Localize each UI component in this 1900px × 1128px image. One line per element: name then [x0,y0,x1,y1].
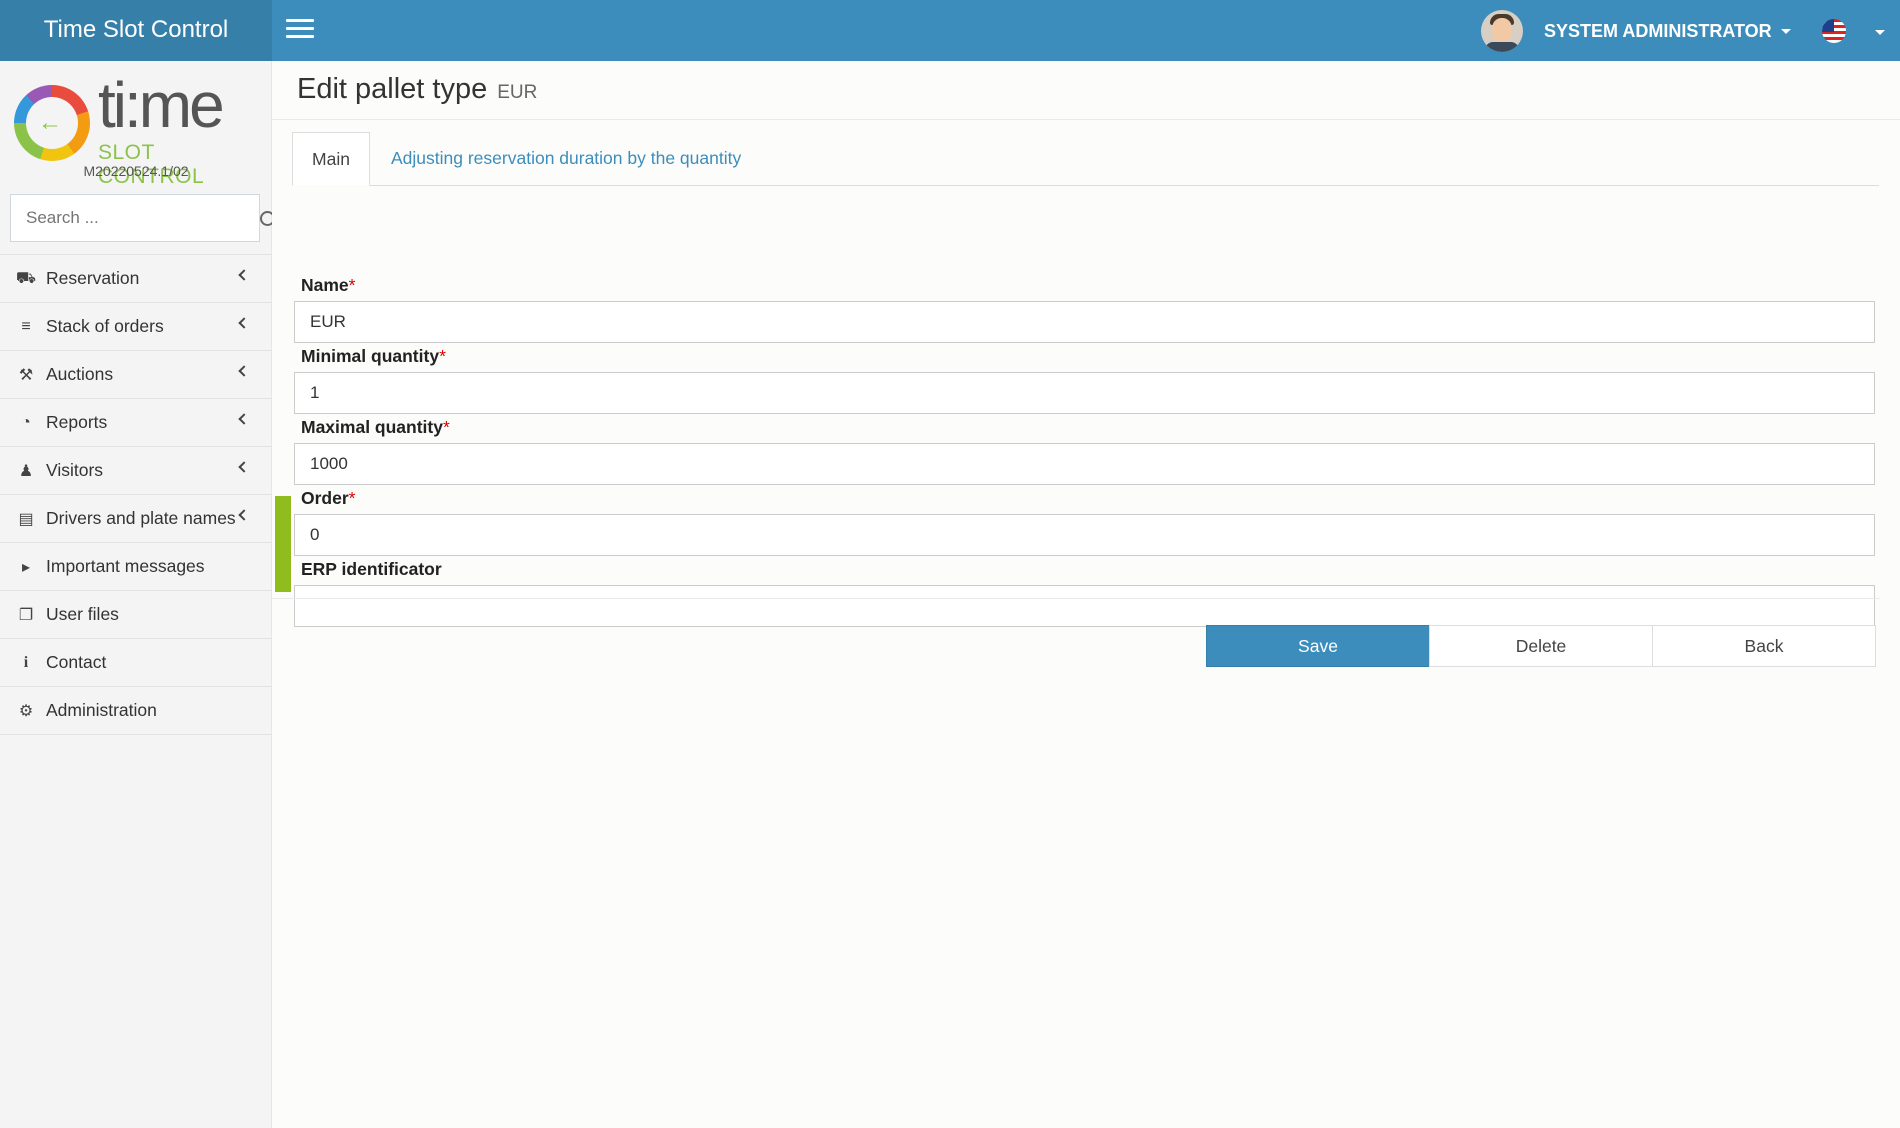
info-icon: i [23,653,29,671]
order-field[interactable] [294,514,1875,556]
sidebar-item-label: Drivers and plate names [46,508,236,528]
stack-icon: ≡ [21,317,31,335]
language-caret-down-icon[interactable] [1875,30,1885,35]
page-subtitle: EUR [497,82,538,103]
delete-button[interactable]: Delete [1429,625,1653,667]
back-button[interactable]: Back [1652,625,1876,667]
logo-text: ti:me [98,69,225,141]
caret-down-icon [1780,28,1791,34]
tab-bar: Main Adjusting reservation duration by t… [292,132,1879,186]
form-divider [272,598,1880,599]
sidebar-item-administration[interactable]: ⚙ Administration [0,687,272,735]
chevron-left-icon [238,269,250,281]
tab-main[interactable]: Main [292,132,370,186]
sidebar-item-visitors[interactable]: ♟ Visitors [0,447,272,495]
files-icon: ❐ [18,606,34,624]
users-icon: ♟ [18,462,34,480]
section-marker [275,496,291,592]
sidebar-item-label: Reports [46,412,108,432]
app-version: M20220524.1/02 [83,163,189,179]
sidebar-item-label: Auctions [46,364,114,384]
sidebar-item-user-files[interactable]: ❐ User files [0,591,272,639]
id-card-icon: ▤ [18,510,34,528]
sidebar-item-label: Administration [46,700,157,720]
name-field[interactable] [294,301,1875,343]
sidebar-item-label: Important messages [46,556,205,576]
erp-identificator-label: ERP identificator [301,559,442,579]
page-title-text: Edit pallet type [297,73,488,105]
sidebar-item-important-messages[interactable]: ▸ Important messages [0,543,272,591]
sidebar-item-contact[interactable]: i Contact [0,639,272,687]
brand-title[interactable]: Time Slot Control [0,0,272,61]
gear-icon: ⚙ [18,702,34,720]
logo-ring-icon: ← [14,85,90,161]
sidebar-item-drivers[interactable]: ▤ Drivers and plate names [0,495,272,543]
min-quantity-label: Minimal quantity* [301,346,446,366]
sidebar-item-stack-of-orders[interactable]: ≡ Stack of orders [0,303,272,351]
top-navbar: Time Slot Control SYSTEM ADMINISTRATOR [0,0,1900,61]
sidebar-item-label: User files [46,604,119,624]
us-flag-icon[interactable] [1822,19,1846,43]
truck-icon: ⛟ [15,269,37,287]
sidebar-item-label: Contact [46,652,107,672]
min-quantity-field[interactable] [294,372,1875,414]
avatar [1481,10,1523,52]
sidebar-item-auctions[interactable]: ⚒ Auctions [0,351,272,399]
erp-identificator-field[interactable] [294,585,1875,627]
sidebar-search [10,194,275,242]
chevron-left-icon [238,509,250,521]
user-name: SYSTEM ADMINISTRATOR [1544,20,1772,41]
order-label: Order* [301,488,356,508]
sidebar: ← ti:me SLOT CONTROL M20220524.1/02 ⛟ Re… [0,61,275,1128]
main-content: Edit pallet type EUR Main Adjusting reser… [272,61,1900,1128]
user-menu[interactable]: SYSTEM ADMINISTRATOR [1481,10,1791,52]
sidebar-item-label: Visitors [46,460,104,480]
hamburger-menu-icon[interactable] [286,19,314,41]
chevron-left-icon [238,365,250,377]
sidebar-item-label: Stack of orders [46,316,164,336]
gavel-icon: ⚒ [18,366,34,384]
max-quantity-label: Maximal quantity* [301,417,450,437]
chevron-left-icon [238,461,250,473]
page-header: Edit pallet type EUR [272,61,1900,120]
logo: ← ti:me SLOT CONTROL [14,69,258,188]
tab-adjusting-duration[interactable]: Adjusting reservation duration by the qu… [391,132,741,186]
pie-chart-icon: ◔ [21,413,31,431]
megaphone-icon: ▸ [21,558,31,576]
name-label: Name* [301,275,356,295]
search-input[interactable] [11,195,247,241]
page-title: Edit pallet type EUR [297,73,537,106]
chevron-left-icon [238,317,250,329]
sidebar-item-reports[interactable]: ◔ Reports [0,399,272,447]
chevron-left-icon [238,413,250,425]
save-button[interactable]: Save [1206,625,1430,667]
sidebar-item-reservation[interactable]: ⛟ Reservation [0,255,272,303]
sidebar-menu: ⛟ Reservation ≡ Stack of orders ⚒ Auctio… [0,254,272,735]
action-buttons: Save Delete Back [1206,625,1876,667]
max-quantity-field[interactable] [294,443,1875,485]
search-icon[interactable] [247,195,275,241]
sidebar-item-label: Reservation [46,268,140,288]
